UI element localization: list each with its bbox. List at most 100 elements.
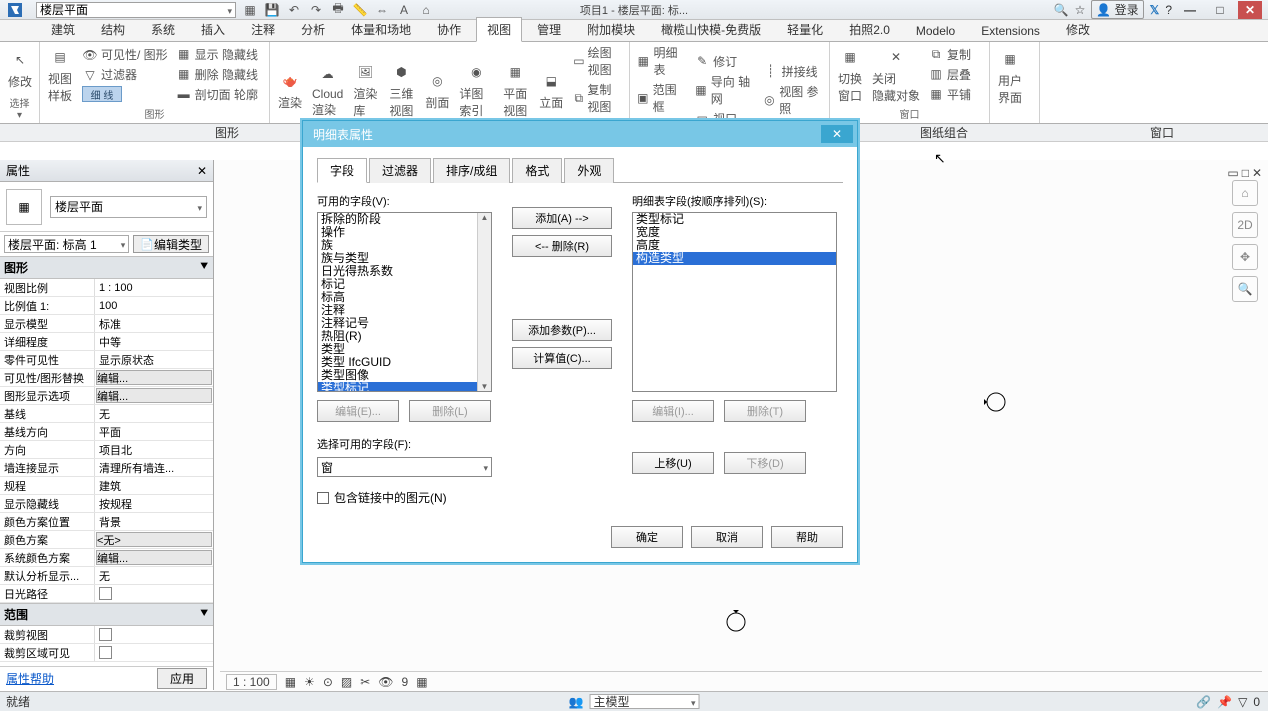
property-row[interactable]: 可见性/图形替换编辑... xyxy=(0,369,213,387)
matchline-button[interactable]: ┊拼接线 xyxy=(763,63,823,80)
text-icon[interactable]: A xyxy=(396,2,412,18)
cut-profile[interactable]: ▬剖切面 轮廓 xyxy=(176,86,258,103)
ribbon-tab-拍照2.0[interactable]: 拍照2.0 xyxy=(838,17,901,41)
nav-2d-icon[interactable]: 2D xyxy=(1232,212,1258,238)
zoom-icon[interactable]: 🔍 xyxy=(1232,276,1258,302)
login-button[interactable]: 👤 登录 xyxy=(1091,0,1143,19)
favorite-icon[interactable]: ☆ xyxy=(1075,3,1086,17)
property-row[interactable]: 零件可见性显示原状态 xyxy=(0,351,213,369)
design-options-selector[interactable]: 主模型 xyxy=(589,694,699,709)
dim-icon[interactable]: ⇔ xyxy=(374,2,390,18)
render-gallery-button[interactable]: 🖼渲染 库 xyxy=(351,60,379,119)
dialog-tab-排序/成组[interactable]: 排序/成组 xyxy=(433,158,510,183)
ribbon-tab-橄榄山快模-免费版[interactable]: 橄榄山快模-免费版 xyxy=(650,17,772,41)
callout-button[interactable]: ◉详图索引 xyxy=(459,60,493,119)
available-field-item[interactable]: 日光得热系数 xyxy=(318,265,491,278)
available-field-item[interactable]: 族 xyxy=(318,239,491,252)
ribbon-tab-体量和场地[interactable]: 体量和场地 xyxy=(340,17,422,41)
plan-view-button[interactable]: ▦平面 视图 xyxy=(501,60,529,119)
elevation-button[interactable]: ⬓立面 xyxy=(537,69,565,111)
calculated-value-button[interactable]: 计算值(C)... xyxy=(512,347,612,369)
filters-button[interactable]: ▽过滤器 xyxy=(82,66,168,83)
ribbon-tab-建筑[interactable]: 建筑 xyxy=(40,17,86,41)
ribbon-tab-管理[interactable]: 管理 xyxy=(526,17,572,41)
available-field-item[interactable]: 注释记号 xyxy=(318,317,491,330)
cloud-render-button[interactable]: ☁Cloud 渲染 xyxy=(312,62,343,118)
measure-icon[interactable]: 📏 xyxy=(352,2,368,18)
scheduled-field-item[interactable]: 类型标记 xyxy=(633,213,836,226)
property-row[interactable]: 图形显示选项编辑... xyxy=(0,387,213,405)
property-row[interactable]: 比例值 1:100 xyxy=(0,297,213,315)
search-icon[interactable]: 🔍 xyxy=(1054,3,1069,17)
available-field-item[interactable]: 类型标记 xyxy=(318,382,491,392)
cascade-button[interactable]: ▥层叠 xyxy=(928,66,971,83)
doc-restore[interactable]: □ xyxy=(1242,166,1249,180)
ribbon-tab-插入[interactable]: 插入 xyxy=(190,17,236,41)
move-down-button[interactable]: 下移(D) xyxy=(724,452,806,474)
pan-icon[interactable]: ✥ xyxy=(1232,244,1258,270)
elevation-marker-south[interactable] xyxy=(724,610,748,634)
select-links-icon[interactable]: 🔗 xyxy=(1196,695,1211,709)
view-reference-button[interactable]: ◎视图 参照 xyxy=(763,83,823,117)
crop-icon[interactable]: ✂ xyxy=(360,675,370,689)
remove-hidden-lines[interactable]: ▦删除 隐藏线 xyxy=(176,66,258,83)
redo-icon[interactable]: ↷ xyxy=(308,2,324,18)
scheduled-field-item[interactable]: 构造类型 xyxy=(633,252,836,265)
property-row[interactable]: 墙连接显示清理所有墙连... xyxy=(0,459,213,477)
type-selector[interactable]: 楼层平面 xyxy=(50,196,207,218)
property-row[interactable]: 基线无 xyxy=(0,405,213,423)
select-pinned-icon[interactable]: 📌 xyxy=(1217,695,1232,709)
shadows-icon[interactable]: ▨ xyxy=(341,675,352,689)
available-field-item[interactable]: 类型 xyxy=(318,343,491,356)
reveal-icon[interactable]: ▦ xyxy=(416,675,427,689)
save-icon[interactable]: 💾 xyxy=(264,2,280,18)
ribbon-tab-Extensions[interactable]: Extensions xyxy=(970,20,1051,41)
visibility-graphics-button[interactable]: 👁可见性/ 图形 xyxy=(82,46,168,63)
scale-selector[interactable]: 1 : 100 xyxy=(226,674,277,690)
category-selector[interactable]: 窗 xyxy=(317,457,492,477)
doc-minimize[interactable]: ▭ xyxy=(1227,166,1238,180)
thin-lines-toggle[interactable]: 细 线 xyxy=(82,86,122,102)
property-row[interactable]: 方向项目北 xyxy=(0,441,213,459)
scope-box-button[interactable]: ▣范围 框 xyxy=(636,81,686,115)
property-row[interactable]: 视图比例1 : 100 xyxy=(0,279,213,297)
worksets-icon[interactable]: 👥 xyxy=(569,695,584,709)
help-button[interactable]: 帮助 xyxy=(771,526,843,548)
include-links-checkbox[interactable]: 包含链接中的图元(N) xyxy=(317,489,492,506)
property-row[interactable]: 系统颜色方案编辑... xyxy=(0,549,213,567)
ok-button[interactable]: 确定 xyxy=(611,526,683,548)
move-up-button[interactable]: 上移(U) xyxy=(632,452,714,474)
guide-grid-button[interactable]: ▦导向 轴网 xyxy=(694,73,754,107)
available-field-item[interactable]: 注释 xyxy=(318,304,491,317)
3d-view-button[interactable]: ⬢三维 视图 xyxy=(387,60,415,119)
ribbon-tab-视图[interactable]: 视图 xyxy=(476,17,522,42)
available-field-item[interactable]: 标记 xyxy=(318,278,491,291)
ribbon-tab-注释[interactable]: 注释 xyxy=(240,17,286,41)
replicate-button[interactable]: ⧉复制 xyxy=(928,46,971,63)
filter-icon[interactable]: ▽ xyxy=(1238,695,1247,709)
schedules-button[interactable]: ▦明细表 xyxy=(636,44,686,78)
delete-field-button[interactable]: 删除(L) xyxy=(409,400,491,422)
properties-grid[interactable]: 图形⯆视图比例1 : 100比例值 1:100显示模型标准详细程度中等零件可见性… xyxy=(0,256,213,666)
ribbon-tab-修改[interactable]: 修改 xyxy=(1055,17,1101,41)
instance-selector[interactable]: 楼层平面: 标高 1 xyxy=(4,235,129,253)
dialog-tab-格式[interactable]: 格式 xyxy=(512,158,562,183)
dialog-tab-外观[interactable]: 外观 xyxy=(564,158,614,183)
cancel-button[interactable]: 取消 xyxy=(691,526,763,548)
properties-close-icon[interactable]: ✕ xyxy=(197,164,207,178)
apply-button[interactable]: 应用 xyxy=(157,668,207,689)
scheduled-fields-list[interactable]: 类型标记宽度高度构造类型 xyxy=(632,212,837,392)
scrollbar[interactable] xyxy=(477,213,491,391)
available-field-item[interactable]: 操作 xyxy=(318,226,491,239)
ribbon-tab-系统[interactable]: 系统 xyxy=(140,17,186,41)
undo-icon[interactable]: ↶ xyxy=(286,2,302,18)
remove-field-button[interactable]: <-- 删除(R) xyxy=(512,235,612,257)
property-row[interactable]: 裁剪视图 xyxy=(0,626,213,644)
scheduled-field-item[interactable]: 高度 xyxy=(633,239,836,252)
view-type-selector[interactable]: 楼层平面 xyxy=(36,2,236,18)
dialog-titlebar[interactable]: 明细表属性 ✕ xyxy=(303,121,857,147)
add-field-button[interactable]: 添加(A) --> xyxy=(512,207,612,229)
scheduled-field-item[interactable]: 宽度 xyxy=(633,226,836,239)
tile-button[interactable]: ▦平铺 xyxy=(928,86,971,103)
ribbon-tab-Modelo[interactable]: Modelo xyxy=(905,20,966,41)
